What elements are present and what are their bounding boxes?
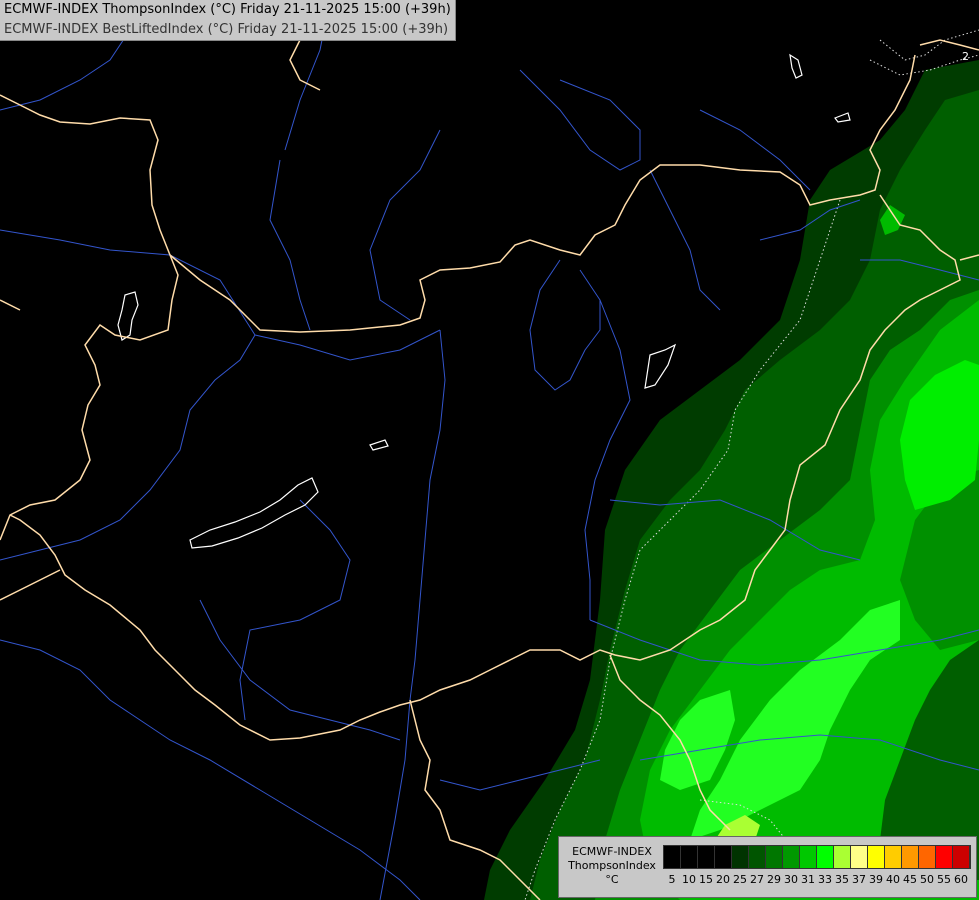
legend-swatch: [664, 846, 681, 868]
legend-swatch: [953, 846, 970, 868]
legend-swatch: [715, 846, 732, 868]
legend-swatch: [817, 846, 834, 868]
map-title-lifted: ECMWF-INDEX BestLiftedIndex (°C) Friday …: [4, 22, 449, 37]
legend-swatch: [766, 846, 783, 868]
legend-label-model: ECMWF-INDEX: [572, 845, 652, 858]
legend-swatches: [663, 845, 971, 869]
legend-swatch: [851, 846, 868, 868]
legend-swatch: [732, 846, 749, 868]
legend-swatch: [902, 846, 919, 868]
legend-label: ECMWF-INDEX ThompsonIndex °C: [563, 845, 661, 887]
legend-swatch: [868, 846, 885, 868]
map-title-box: ECMWF-INDEX ThompsonIndex (°C) Friday 21…: [0, 0, 456, 41]
legend-label-unit: °C: [605, 873, 619, 886]
legend-label-index: ThompsonIndex: [568, 859, 656, 872]
legend-swatch: [681, 846, 698, 868]
legend-swatch: [800, 846, 817, 868]
legend-swatch: [936, 846, 953, 868]
map-title-thompson: ECMWF-INDEX ThompsonIndex (°C) Friday 21…: [4, 2, 451, 17]
legend-swatch: [919, 846, 936, 868]
legend-swatch: [834, 846, 851, 868]
legend-swatch: [698, 846, 715, 868]
color-legend: ECMWF-INDEX ThompsonIndex °C 5 10 15 20 25 27…: [558, 836, 977, 898]
legend-swatch: [885, 846, 902, 868]
legend-tick-label: 60: [954, 873, 968, 886]
corner-number-label: 2: [962, 50, 969, 63]
legend-swatch: [749, 846, 766, 868]
weather-map: 2: [0, 0, 979, 900]
legend-swatch: [783, 846, 800, 868]
